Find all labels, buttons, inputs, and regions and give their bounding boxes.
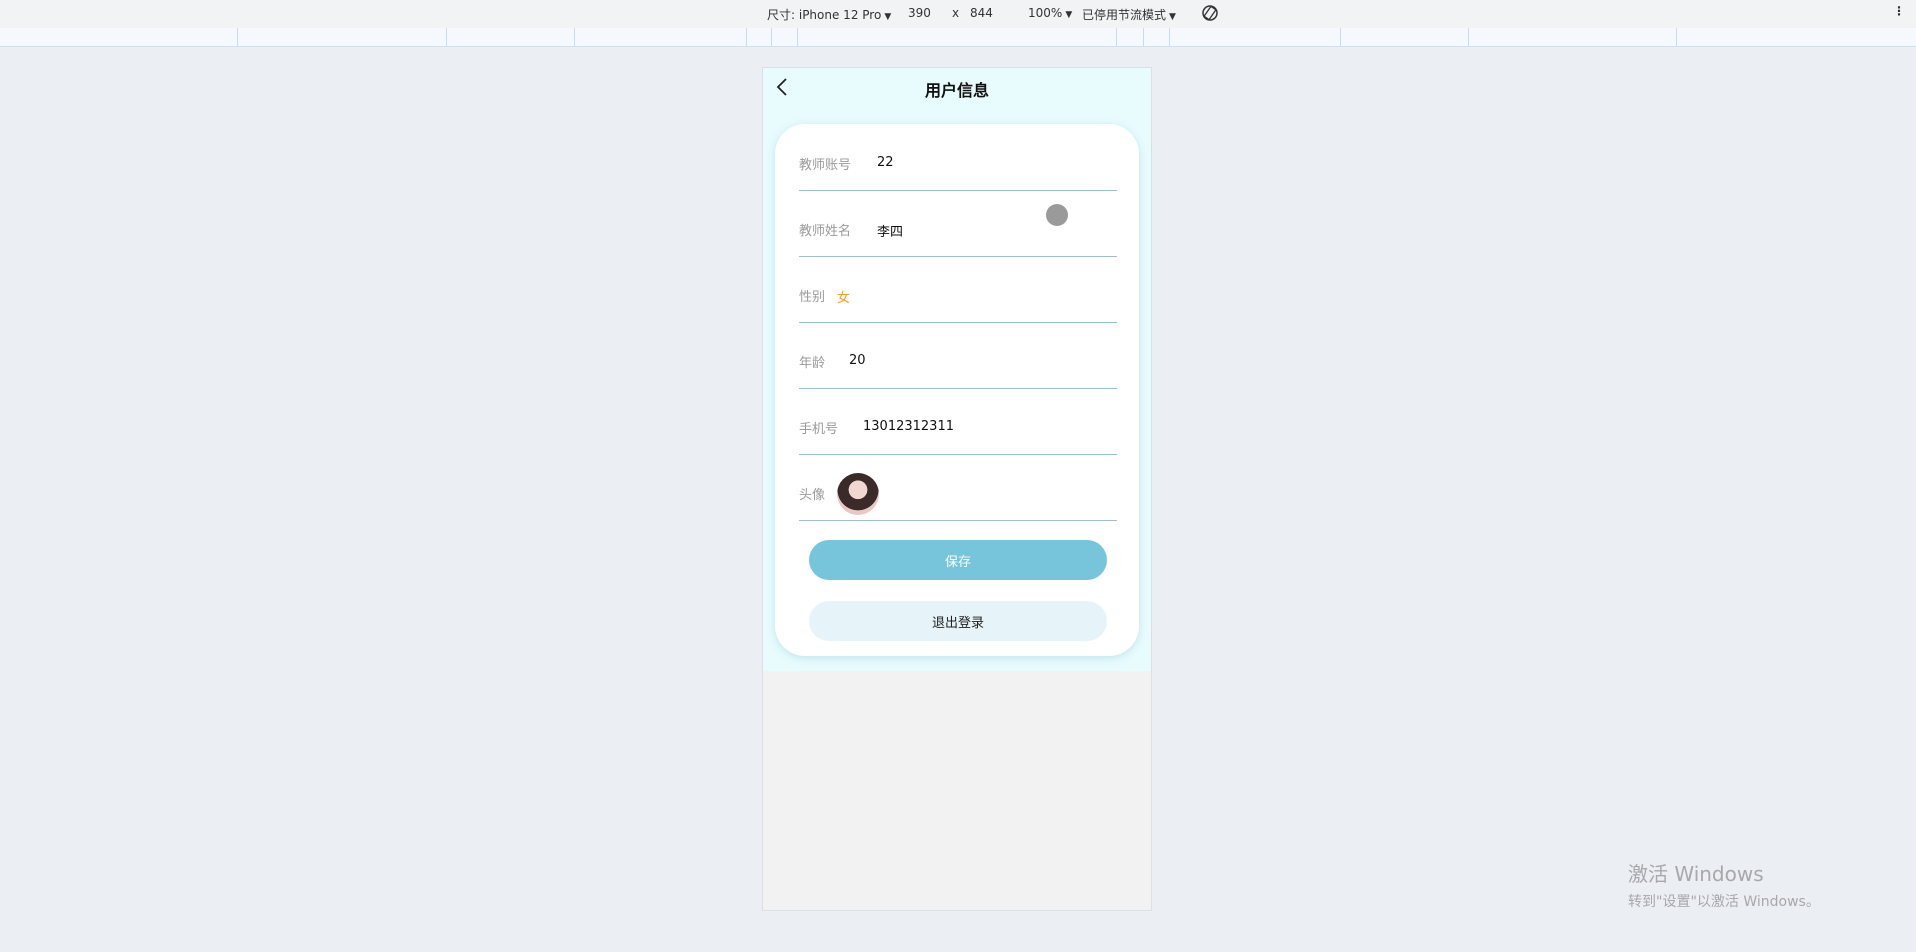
phone-viewport: 用户信息 教师账号 22 教师姓名 李四 性别 女 年龄 20 手机号 1301… bbox=[762, 67, 1152, 911]
teacher-account-field[interactable]: 教师账号 22 bbox=[799, 124, 1117, 191]
ruler-tick bbox=[746, 28, 747, 46]
phone-value[interactable]: 13012312311 bbox=[863, 419, 954, 434]
age-value[interactable]: 20 bbox=[849, 353, 866, 368]
teacher-name-value[interactable]: 李四 bbox=[877, 221, 903, 240]
field-label: 手机号 bbox=[799, 422, 839, 437]
save-button[interactable]: 保存 bbox=[809, 540, 1107, 580]
responsive-ruler bbox=[0, 28, 1916, 47]
height-input[interactable]: 844 bbox=[970, 6, 993, 20]
throttle-selector[interactable]: 已停用节流模式 ▼ bbox=[1082, 6, 1176, 23]
field-label: 教师姓名 bbox=[799, 224, 852, 239]
zoom-selector[interactable]: 100% ▼ bbox=[1028, 6, 1072, 20]
page-title: 用户信息 bbox=[924, 81, 989, 100]
devtools-device-toolbar: 尺寸: iPhone 12 Pro ▼ 390 x 844 100% ▼ 已停用节流… bbox=[0, 0, 1916, 29]
ruler-tick bbox=[771, 28, 772, 46]
ruler-tick bbox=[797, 28, 798, 46]
page-background: 用户信息 教师账号 22 教师姓名 李四 性别 女 年龄 20 手机号 1301… bbox=[763, 68, 1151, 671]
age-field[interactable]: 年龄 20 bbox=[799, 322, 1117, 389]
ruler-tick bbox=[446, 28, 447, 46]
device-selector[interactable]: 尺寸: iPhone 12 Pro ▼ bbox=[767, 6, 891, 23]
caret-down-icon: ▼ bbox=[884, 12, 892, 22]
windows-activation-watermark: 激活 Windows 转到"设置"以激活 Windows。 bbox=[1628, 858, 1820, 911]
phone-field[interactable]: 手机号 13012312311 bbox=[799, 388, 1117, 455]
ruler-tick bbox=[237, 28, 238, 46]
caret-down-icon: ▼ bbox=[1065, 10, 1073, 20]
avatar[interactable] bbox=[837, 473, 879, 515]
times-sign: x bbox=[952, 6, 960, 20]
avatar-field[interactable]: 头像 bbox=[799, 454, 1117, 521]
rotate-icon[interactable] bbox=[1200, 3, 1220, 26]
gender-field[interactable]: 性别 女 bbox=[799, 256, 1117, 323]
ruler-tick bbox=[1116, 28, 1117, 46]
zoom-label: 100% bbox=[1028, 6, 1063, 20]
ruler-tick bbox=[1676, 28, 1677, 46]
touch-cursor-indicator bbox=[1046, 204, 1068, 226]
ruler-tick bbox=[1169, 28, 1170, 46]
teacher-account-value[interactable]: 22 bbox=[877, 155, 894, 170]
ruler-tick bbox=[1468, 28, 1469, 46]
throttle-label: 已停用节流模式 bbox=[1082, 8, 1167, 22]
teacher-name-field[interactable]: 教师姓名 李四 bbox=[799, 190, 1117, 257]
width-input[interactable]: 390 bbox=[908, 6, 931, 20]
field-label: 头像 bbox=[799, 488, 826, 503]
device-label: 尺寸: iPhone 12 Pro bbox=[767, 8, 882, 22]
user-info-card: 教师账号 22 教师姓名 李四 性别 女 年龄 20 手机号 130123123… bbox=[775, 124, 1139, 656]
field-label: 教师账号 bbox=[799, 158, 852, 173]
ruler-tick bbox=[1143, 28, 1144, 46]
caret-down-icon: ▼ bbox=[1169, 12, 1176, 22]
ruler-tick bbox=[574, 28, 575, 46]
gender-value[interactable]: 女 bbox=[837, 287, 850, 306]
logout-button[interactable]: 退出登录 bbox=[809, 601, 1107, 641]
watermark-line1: 激活 Windows bbox=[1628, 862, 1764, 886]
more-options-icon[interactable]: ⋮ bbox=[1893, 4, 1905, 18]
field-label: 性别 bbox=[799, 290, 826, 305]
field-label: 年龄 bbox=[799, 356, 826, 371]
watermark-line2: 转到"设置"以激活 Windows。 bbox=[1628, 894, 1820, 910]
ruler-tick bbox=[1340, 28, 1341, 46]
